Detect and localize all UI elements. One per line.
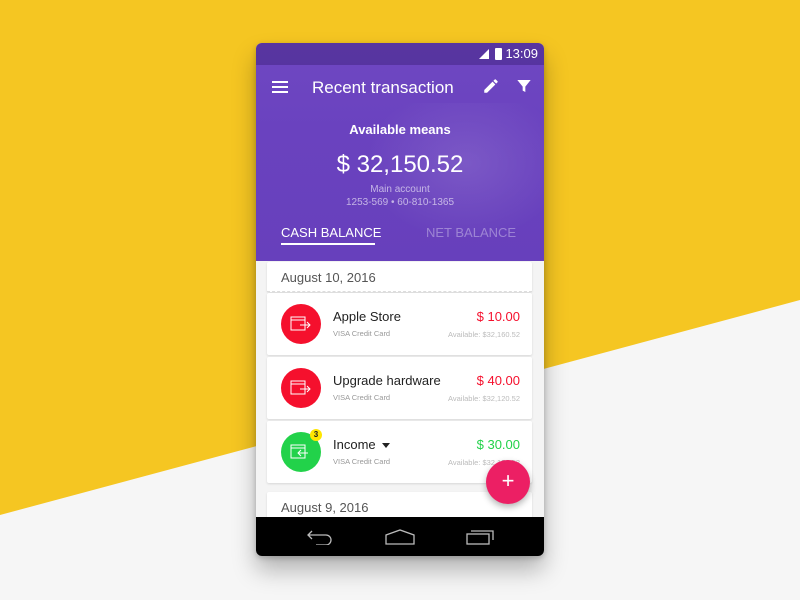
available-means-label: Available means	[349, 122, 451, 137]
date-header: August 10, 2016	[267, 262, 532, 292]
dropdown-caret-icon[interactable]	[381, 443, 390, 449]
transaction-amount: $ 30.00	[476, 437, 520, 452]
header: 13:09 Recent transaction Available means…	[256, 43, 544, 261]
transaction-row[interactable]: Apple Store VISA Credit Card $ 10.00 Ava…	[267, 293, 532, 355]
system-nav-bar	[256, 517, 544, 556]
date-label: August 10, 2016	[281, 270, 376, 285]
transaction-card: VISA Credit Card	[333, 329, 391, 338]
transaction-name-text: Income	[333, 437, 376, 452]
transaction-row[interactable]: Upgrade hardware VISA Credit Card $ 40.0…	[267, 357, 532, 419]
transaction-available: Available: $32,160.52	[447, 330, 520, 339]
plus-icon: +	[501, 468, 515, 493]
date-label: August 9, 2016	[281, 500, 369, 515]
status-time: 13:09	[505, 46, 538, 61]
toolbar: Recent transaction	[256, 65, 544, 109]
account-name: Main account	[370, 184, 430, 195]
recents-icon[interactable]	[466, 529, 494, 545]
account-number: 1253-569 • 60-810-1365	[345, 197, 455, 208]
transaction-name: Upgrade hardware	[333, 373, 441, 388]
add-transaction-button[interactable]: +	[486, 460, 530, 504]
page-title: Recent transaction	[312, 78, 454, 97]
transaction-card: VISA Credit Card	[333, 457, 391, 466]
active-tab-indicator	[281, 243, 375, 245]
wallet-out-icon	[281, 368, 321, 408]
tab-cash-balance[interactable]: CASH BALANCE	[281, 225, 381, 240]
transaction-name[interactable]: Income	[333, 437, 390, 452]
home-icon[interactable]	[385, 529, 415, 545]
balance-amount: $ 32,150.52	[336, 151, 464, 178]
dashed-divider	[267, 291, 532, 292]
wallet-in-icon: 3	[281, 429, 322, 472]
pencil-icon[interactable]	[482, 77, 500, 95]
transaction-name: Apple Store	[333, 309, 401, 324]
hamburger-menu-icon[interactable]	[272, 81, 288, 93]
transaction-available: Available: $32,120.52	[447, 394, 520, 403]
status-bar: 13:09	[256, 43, 544, 65]
transaction-amount: $ 10.00	[476, 309, 520, 324]
back-icon[interactable]	[306, 529, 334, 545]
battery-icon	[495, 48, 502, 60]
transaction-amount: $ 40.00	[476, 373, 520, 388]
signal-icon	[479, 49, 489, 59]
tab-net-balance[interactable]: NET BALANCE	[426, 225, 516, 240]
notification-badge: 3	[310, 429, 322, 441]
phone-screen: 13:09 Recent transaction Available means…	[256, 43, 544, 556]
filter-icon[interactable]	[516, 78, 532, 94]
wallet-out-icon	[281, 304, 321, 344]
transaction-card: VISA Credit Card	[333, 393, 391, 402]
